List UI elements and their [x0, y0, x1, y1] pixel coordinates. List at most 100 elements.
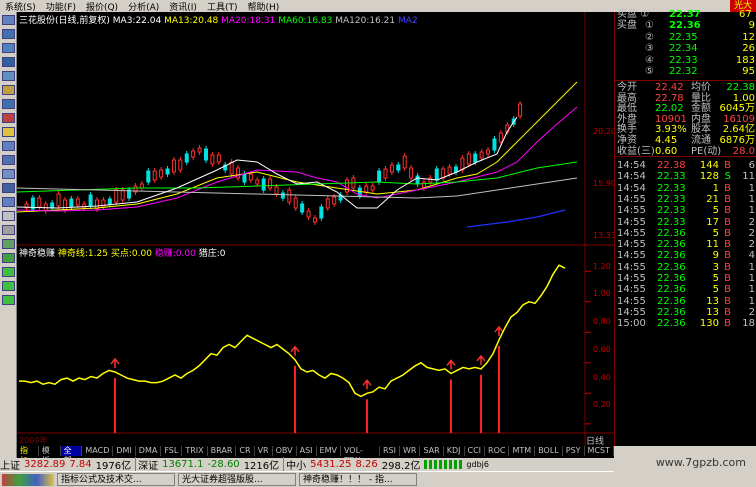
tick-count: 1: [748, 205, 755, 217]
ob-partial-vol: 67: [739, 9, 752, 20]
quote-value: 0.60: [655, 145, 678, 157]
candle-body: [210, 154, 215, 165]
toolbar-zoom-icon[interactable]: [2, 239, 15, 249]
quote-panel: 买盘 ① 22.37 67 买盘 ① 22.36 9 ② 22.35 12 ③ 22.34 26 ④…: [614, 9, 756, 446]
ob-level: ⑤: [645, 66, 654, 77]
tick-time: 14:55: [617, 250, 646, 262]
task-formula-window[interactable]: 指标公式及技术交...: [57, 473, 175, 486]
tick-volume: 17: [706, 216, 719, 228]
quote-row: 净资 4.45 流通 6876万: [617, 135, 755, 146]
toolbar-down-icon[interactable]: [2, 281, 15, 291]
tab-macd[interactable]: MACD: [82, 446, 114, 456]
indicator-axis-ticks: [585, 270, 591, 425]
indicator-line: [19, 264, 566, 398]
quote-key: 量比: [691, 92, 711, 104]
quote-value: 10901: [655, 113, 687, 125]
ma13-label: MA13:20.48: [164, 16, 219, 26]
tab-cci[interactable]: CCI: [465, 446, 486, 456]
tab-template[interactable]: 模板: [39, 446, 61, 465]
quote-value: 2.64亿: [722, 124, 755, 136]
tab-mcst[interactable]: MCST: [585, 446, 614, 456]
candle-body: [37, 197, 42, 208]
toolbar-doc-icon[interactable]: [2, 183, 15, 193]
quote-key: PE(动): [691, 145, 722, 157]
toolbar-window-icon[interactable]: [2, 99, 15, 109]
tick-time: 14:55: [617, 216, 646, 228]
ma60-line: [17, 161, 578, 193]
tab-indicator[interactable]: 指标: [17, 446, 39, 465]
task-indicator-window[interactable]: 神奇稳赚！！！ - 指...: [299, 473, 417, 486]
menu-system[interactable]: 系统(S): [0, 0, 41, 13]
status-extra: gdbj6: [466, 460, 489, 469]
task-broker-app[interactable]: 光大证券超强版股...: [178, 473, 296, 486]
tick-side: B: [724, 239, 731, 251]
menu-tools[interactable]: 工具(T): [202, 0, 243, 13]
tab-psy[interactable]: PSY: [563, 446, 585, 456]
toolbar-news-icon[interactable]: [2, 85, 15, 95]
tab-vol-tdx[interactable]: VOL-TDX: [341, 446, 380, 465]
ob-partial-num: ①: [640, 9, 650, 20]
tab-trix[interactable]: TRIX: [182, 446, 208, 456]
toolbar-grid-icon[interactable]: [2, 43, 15, 53]
start-icon[interactable]: [2, 473, 54, 486]
toolbar-search-icon[interactable]: [2, 141, 15, 151]
menu-analysis[interactable]: 分析(A): [123, 0, 164, 13]
tab-vr[interactable]: VR: [255, 446, 273, 456]
toolbar-left-icon[interactable]: [2, 295, 15, 305]
toolbar-draw-icon[interactable]: [2, 225, 15, 235]
toolbar-table-icon[interactable]: [2, 71, 15, 81]
stock-title: 三花股份(日线,前复权): [19, 16, 110, 26]
candle-body: [498, 132, 503, 143]
toolbar-alert-icon[interactable]: [2, 127, 15, 137]
toolbar-sheet-icon[interactable]: [2, 169, 15, 179]
toolbar-info-icon[interactable]: [2, 113, 15, 123]
quote-value: 28.0: [732, 145, 755, 157]
toolbar-page-icon[interactable]: [2, 155, 15, 165]
tick-time: 14:55: [617, 261, 646, 273]
tick-volume: 3: [712, 261, 719, 273]
tab-wr[interactable]: WR: [400, 446, 421, 456]
tab-cr[interactable]: CR: [236, 446, 255, 456]
toolbar-move-icon[interactable]: [2, 253, 15, 263]
candle-body: [261, 178, 266, 191]
quote-row: 最低 22.02 金额 6045万: [617, 103, 755, 114]
menu-function[interactable]: 功能(F): [41, 0, 81, 13]
tab-dma[interactable]: DMA: [136, 446, 162, 456]
tab-dmi[interactable]: DMI: [113, 446, 136, 456]
toolbar-chart2-icon[interactable]: [2, 197, 15, 207]
tab-kdj[interactable]: KDJ: [444, 446, 465, 456]
tick-count: 1: [748, 273, 755, 284]
tab-boll[interactable]: BOLL: [535, 446, 563, 456]
toolbar-kline-icon[interactable]: [2, 57, 15, 67]
chart-area[interactable]: 三花股份(日线,前复权) MA3:22.04 MA13:20.48 MA20:1…: [17, 12, 616, 446]
tick-row: 14:55 22.33 17 B 2: [617, 217, 755, 228]
tick-time: 14:55: [617, 193, 646, 205]
tab-mtm[interactable]: MTM: [509, 446, 536, 456]
tick-row: 14:55 22.36 5 B 2: [617, 228, 755, 239]
tab-all[interactable]: 全部: [60, 446, 83, 465]
tab-sar[interactable]: SAR: [420, 446, 444, 456]
toolbar-list-icon[interactable]: [2, 29, 15, 39]
tab-fsl[interactable]: FSL: [161, 446, 183, 456]
menu-help[interactable]: 帮助(H): [242, 0, 284, 13]
tab-emv[interactable]: EMV: [317, 446, 341, 456]
candle-body: [62, 199, 67, 211]
menu-info[interactable]: 资讯(I): [164, 0, 202, 13]
indicator-axis-4: 0.60: [593, 345, 611, 354]
menu-quote[interactable]: 报价(Q): [81, 0, 123, 13]
tick-time: 14:55: [617, 306, 646, 318]
candle-body: [139, 183, 144, 189]
tab-asi[interactable]: ASI: [297, 446, 317, 456]
tab-brar[interactable]: BRAR: [208, 446, 237, 456]
toolbar-up-icon[interactable]: [2, 267, 15, 277]
tab-rsi[interactable]: RSI: [380, 446, 400, 456]
toolbar-chart-icon[interactable]: [2, 15, 15, 25]
toolbar-select-icon[interactable]: [2, 211, 15, 221]
tick-price: 22.36: [657, 318, 686, 330]
tick-volume: 13: [706, 295, 719, 307]
sz-index-value: 13671.1: [162, 459, 204, 470]
quote-key: 金额: [691, 103, 711, 115]
tab-roc[interactable]: ROC: [485, 446, 510, 456]
quote-key: 净资: [617, 135, 637, 146]
tab-obv[interactable]: OBV: [273, 446, 297, 456]
